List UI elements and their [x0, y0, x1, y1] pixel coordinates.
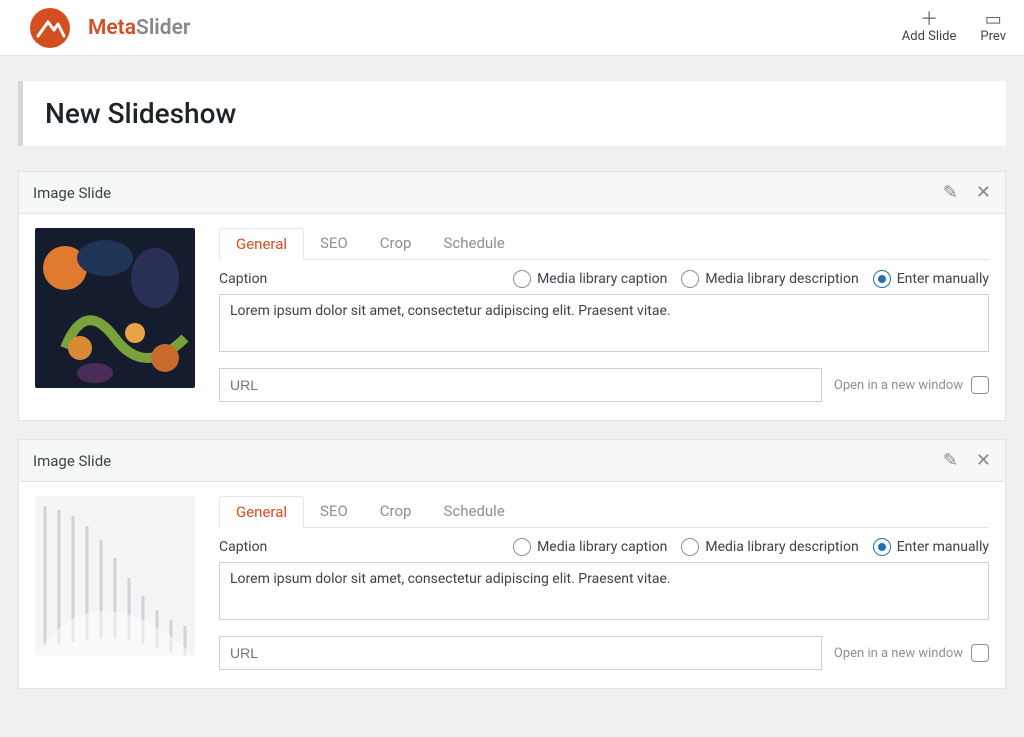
- delete-icon[interactable]: ✕: [976, 450, 991, 471]
- add-slide-label: Add Slide: [902, 29, 957, 45]
- tab-general[interactable]: General: [219, 228, 304, 260]
- radio-enter-manually[interactable]: Enter manually: [873, 270, 989, 288]
- brand: MetaSlider: [30, 8, 190, 48]
- radio-dot: [873, 270, 891, 288]
- delete-icon[interactable]: ✕: [976, 182, 991, 203]
- radio-dot: [681, 270, 699, 288]
- radio-media-caption-label: Media library caption: [537, 271, 667, 287]
- plus-icon: ＋: [920, 11, 938, 29]
- caption-input[interactable]: [219, 294, 989, 352]
- caption-source-radios: Media library caption Media library desc…: [513, 538, 989, 556]
- radio-dot: [873, 538, 891, 556]
- slide-head-label: Image Slide: [33, 452, 111, 470]
- screen-icon: ▭: [985, 11, 1002, 29]
- tab-crop[interactable]: Crop: [364, 228, 428, 259]
- slide-thumbnail[interactable]: [35, 496, 195, 656]
- brand-name: MetaSlider: [88, 16, 190, 40]
- radio-enter-manually-label: Enter manually: [897, 271, 989, 287]
- caption-row: Caption Media library caption Media libr…: [219, 538, 989, 556]
- slide-head: Image Slide ✎ ✕: [19, 172, 1005, 214]
- caption-row: Caption Media library caption Media libr…: [219, 270, 989, 288]
- tab-general[interactable]: General: [219, 496, 304, 528]
- slide-thumbnail[interactable]: [35, 228, 195, 388]
- caption-label: Caption: [219, 271, 267, 287]
- open-new-window-label: Open in a new window: [834, 646, 963, 661]
- radio-dot: [681, 538, 699, 556]
- checkbox[interactable]: [971, 644, 989, 662]
- radio-media-description[interactable]: Media library description: [681, 538, 858, 556]
- checkbox[interactable]: [971, 376, 989, 394]
- radio-media-caption-label: Media library caption: [537, 539, 667, 555]
- tabs: General SEO Crop Schedule: [219, 228, 989, 260]
- add-slide-button[interactable]: ＋ Add Slide: [902, 11, 957, 45]
- slide-card: Image Slide ✎ ✕: [18, 439, 1006, 689]
- radio-enter-manually[interactable]: Enter manually: [873, 538, 989, 556]
- caption-label: Caption: [219, 539, 267, 555]
- preview-label: Prev: [980, 29, 1006, 45]
- radio-media-caption[interactable]: Media library caption: [513, 538, 667, 556]
- radio-media-description[interactable]: Media library description: [681, 270, 858, 288]
- tab-crop[interactable]: Crop: [364, 496, 428, 527]
- radio-dot: [513, 538, 531, 556]
- slide-head-actions: ✎ ✕: [943, 450, 991, 471]
- url-input[interactable]: [219, 368, 822, 402]
- top-actions: ＋ Add Slide ▭ Prev: [902, 11, 1006, 45]
- tab-schedule[interactable]: Schedule: [427, 496, 520, 527]
- tab-schedule[interactable]: Schedule: [427, 228, 520, 259]
- slide-head-label: Image Slide: [33, 184, 111, 202]
- slide-form: General SEO Crop Schedule Caption Media …: [219, 228, 989, 402]
- brand-logo: [30, 8, 70, 48]
- radio-dot: [513, 270, 531, 288]
- slide-head-actions: ✎ ✕: [943, 182, 991, 203]
- radio-media-description-label: Media library description: [705, 271, 858, 287]
- topbar: MetaSlider ＋ Add Slide ▭ Prev: [0, 0, 1024, 56]
- url-input[interactable]: [219, 636, 822, 670]
- url-row: Open in a new window: [219, 368, 989, 402]
- radio-media-description-label: Media library description: [705, 539, 858, 555]
- tabs: General SEO Crop Schedule: [219, 496, 989, 528]
- brand-name-accent: Meta: [88, 16, 136, 40]
- radio-media-caption[interactable]: Media library caption: [513, 270, 667, 288]
- brand-name-rest: Slider: [136, 16, 190, 40]
- open-new-window-label: Open in a new window: [834, 378, 963, 393]
- edit-icon[interactable]: ✎: [943, 182, 958, 203]
- slide-form: General SEO Crop Schedule Caption Media …: [219, 496, 989, 670]
- open-new-window[interactable]: Open in a new window: [834, 376, 989, 394]
- tab-seo[interactable]: SEO: [304, 496, 364, 527]
- radio-enter-manually-label: Enter manually: [897, 539, 989, 555]
- slide-card: Image Slide ✎ ✕ General SEO: [18, 171, 1006, 421]
- url-row: Open in a new window: [219, 636, 989, 670]
- page-title: New Slideshow: [45, 97, 984, 130]
- caption-source-radios: Media library caption Media library desc…: [513, 270, 989, 288]
- preview-button[interactable]: ▭ Prev: [980, 11, 1006, 45]
- edit-icon[interactable]: ✎: [943, 450, 958, 471]
- slide-body: General SEO Crop Schedule Caption Media …: [19, 214, 1005, 420]
- tab-seo[interactable]: SEO: [304, 228, 364, 259]
- slide-head: Image Slide ✎ ✕: [19, 440, 1005, 482]
- open-new-window[interactable]: Open in a new window: [834, 644, 989, 662]
- caption-input[interactable]: [219, 562, 989, 620]
- slide-body: General SEO Crop Schedule Caption Media …: [19, 482, 1005, 688]
- page-title-wrap: New Slideshow: [18, 81, 1006, 146]
